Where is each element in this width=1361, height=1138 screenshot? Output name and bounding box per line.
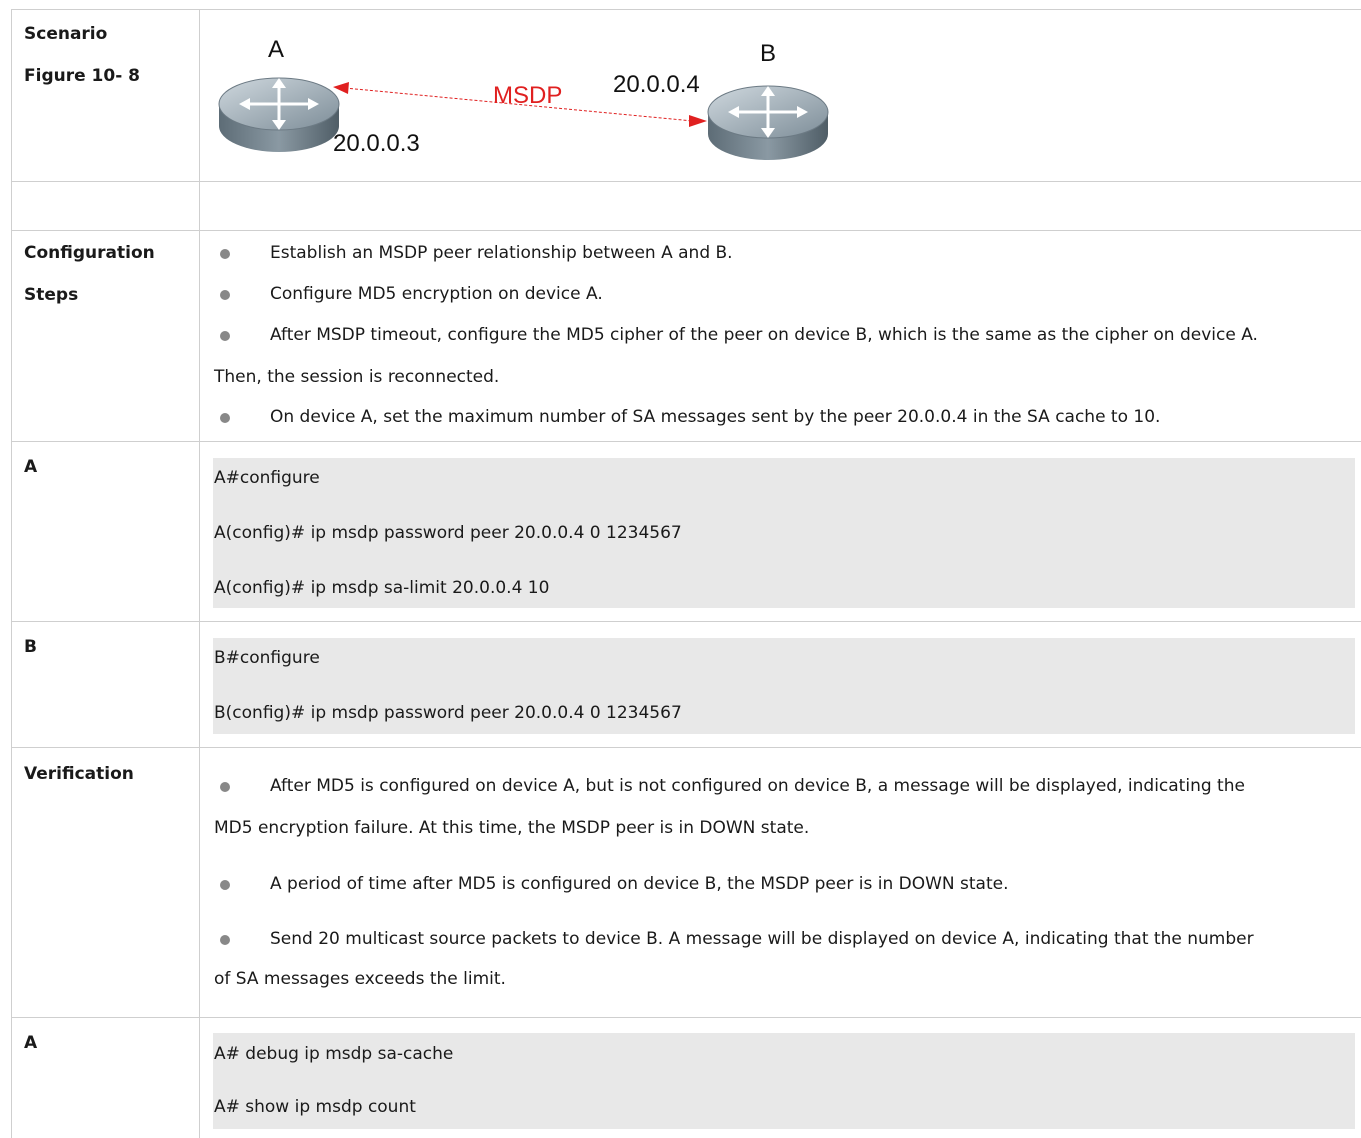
row-divider [11, 181, 1361, 182]
code-line: A# show ip msdp count [214, 1097, 416, 1117]
ip-address-a: 20.0.0.3 [333, 130, 420, 157]
column-divider [199, 10, 200, 1138]
config-step-item: After MSDP timeout, configure the MD5 ci… [270, 325, 1258, 345]
bullet-icon [220, 331, 230, 341]
config-step-item: On device A, set the maximum number of S… [270, 407, 1161, 427]
code-line: A#configure [214, 468, 320, 488]
device-a-row-label: A [24, 457, 38, 477]
bullet-icon [220, 290, 230, 300]
router-b-icon [707, 85, 829, 160]
figure-label: Figure 10- 8 [24, 66, 141, 86]
scenario-label: Scenario [24, 24, 108, 44]
bullet-icon [220, 880, 230, 890]
table-left-border [11, 10, 12, 1138]
bullet-icon [220, 782, 230, 792]
code-line: A# debug ip msdp sa-cache [214, 1044, 454, 1064]
row-divider [11, 1017, 1361, 1018]
arrow-right-icon [689, 115, 707, 127]
bullet-icon [220, 935, 230, 945]
device-b-label: B [760, 40, 777, 67]
config-steps-label: Configuration [24, 243, 155, 263]
verification-item: A period of time after MD5 is configured… [270, 874, 1009, 894]
code-line: B(config)# ip msdp password peer 20.0.0.… [214, 703, 682, 723]
config-step-item-continuation: Then, the session is reconnected. [214, 367, 500, 387]
row-divider [11, 230, 1361, 231]
verification-item-continuation: MD5 encryption failure. At this time, th… [214, 818, 810, 838]
bullet-icon [220, 249, 230, 259]
config-step-item: Configure MD5 encryption on device A. [270, 284, 603, 304]
ip-address-b: 20.0.0.4 [613, 71, 700, 98]
config-step-item: Establish an MSDP peer relationship betw… [270, 243, 733, 263]
verification-item-continuation: of SA messages exceeds the limit. [214, 969, 506, 989]
row-divider [11, 441, 1361, 442]
router-a-icon [218, 77, 340, 152]
row-divider [11, 747, 1361, 748]
code-line: A(config)# ip msdp sa-limit 20.0.0.4 10 [214, 578, 550, 598]
table-top-border [11, 9, 1361, 10]
device-a-row-label: A [24, 1033, 38, 1053]
code-line: A(config)# ip msdp password peer 20.0.0.… [214, 523, 682, 543]
verification-item: Send 20 multicast source packets to devi… [270, 929, 1254, 949]
row-divider [11, 621, 1361, 622]
config-steps-label-cont: Steps [24, 285, 79, 305]
verification-item: After MD5 is configured on device A, but… [270, 776, 1245, 796]
code-line: B#configure [214, 648, 320, 668]
msdp-link-label: MSDP [493, 82, 563, 109]
device-a-label: A [268, 36, 285, 63]
bullet-icon [220, 413, 230, 423]
verification-label: Verification [24, 764, 134, 784]
arrow-left-icon [333, 82, 349, 94]
device-b-row-label: B [24, 637, 37, 657]
